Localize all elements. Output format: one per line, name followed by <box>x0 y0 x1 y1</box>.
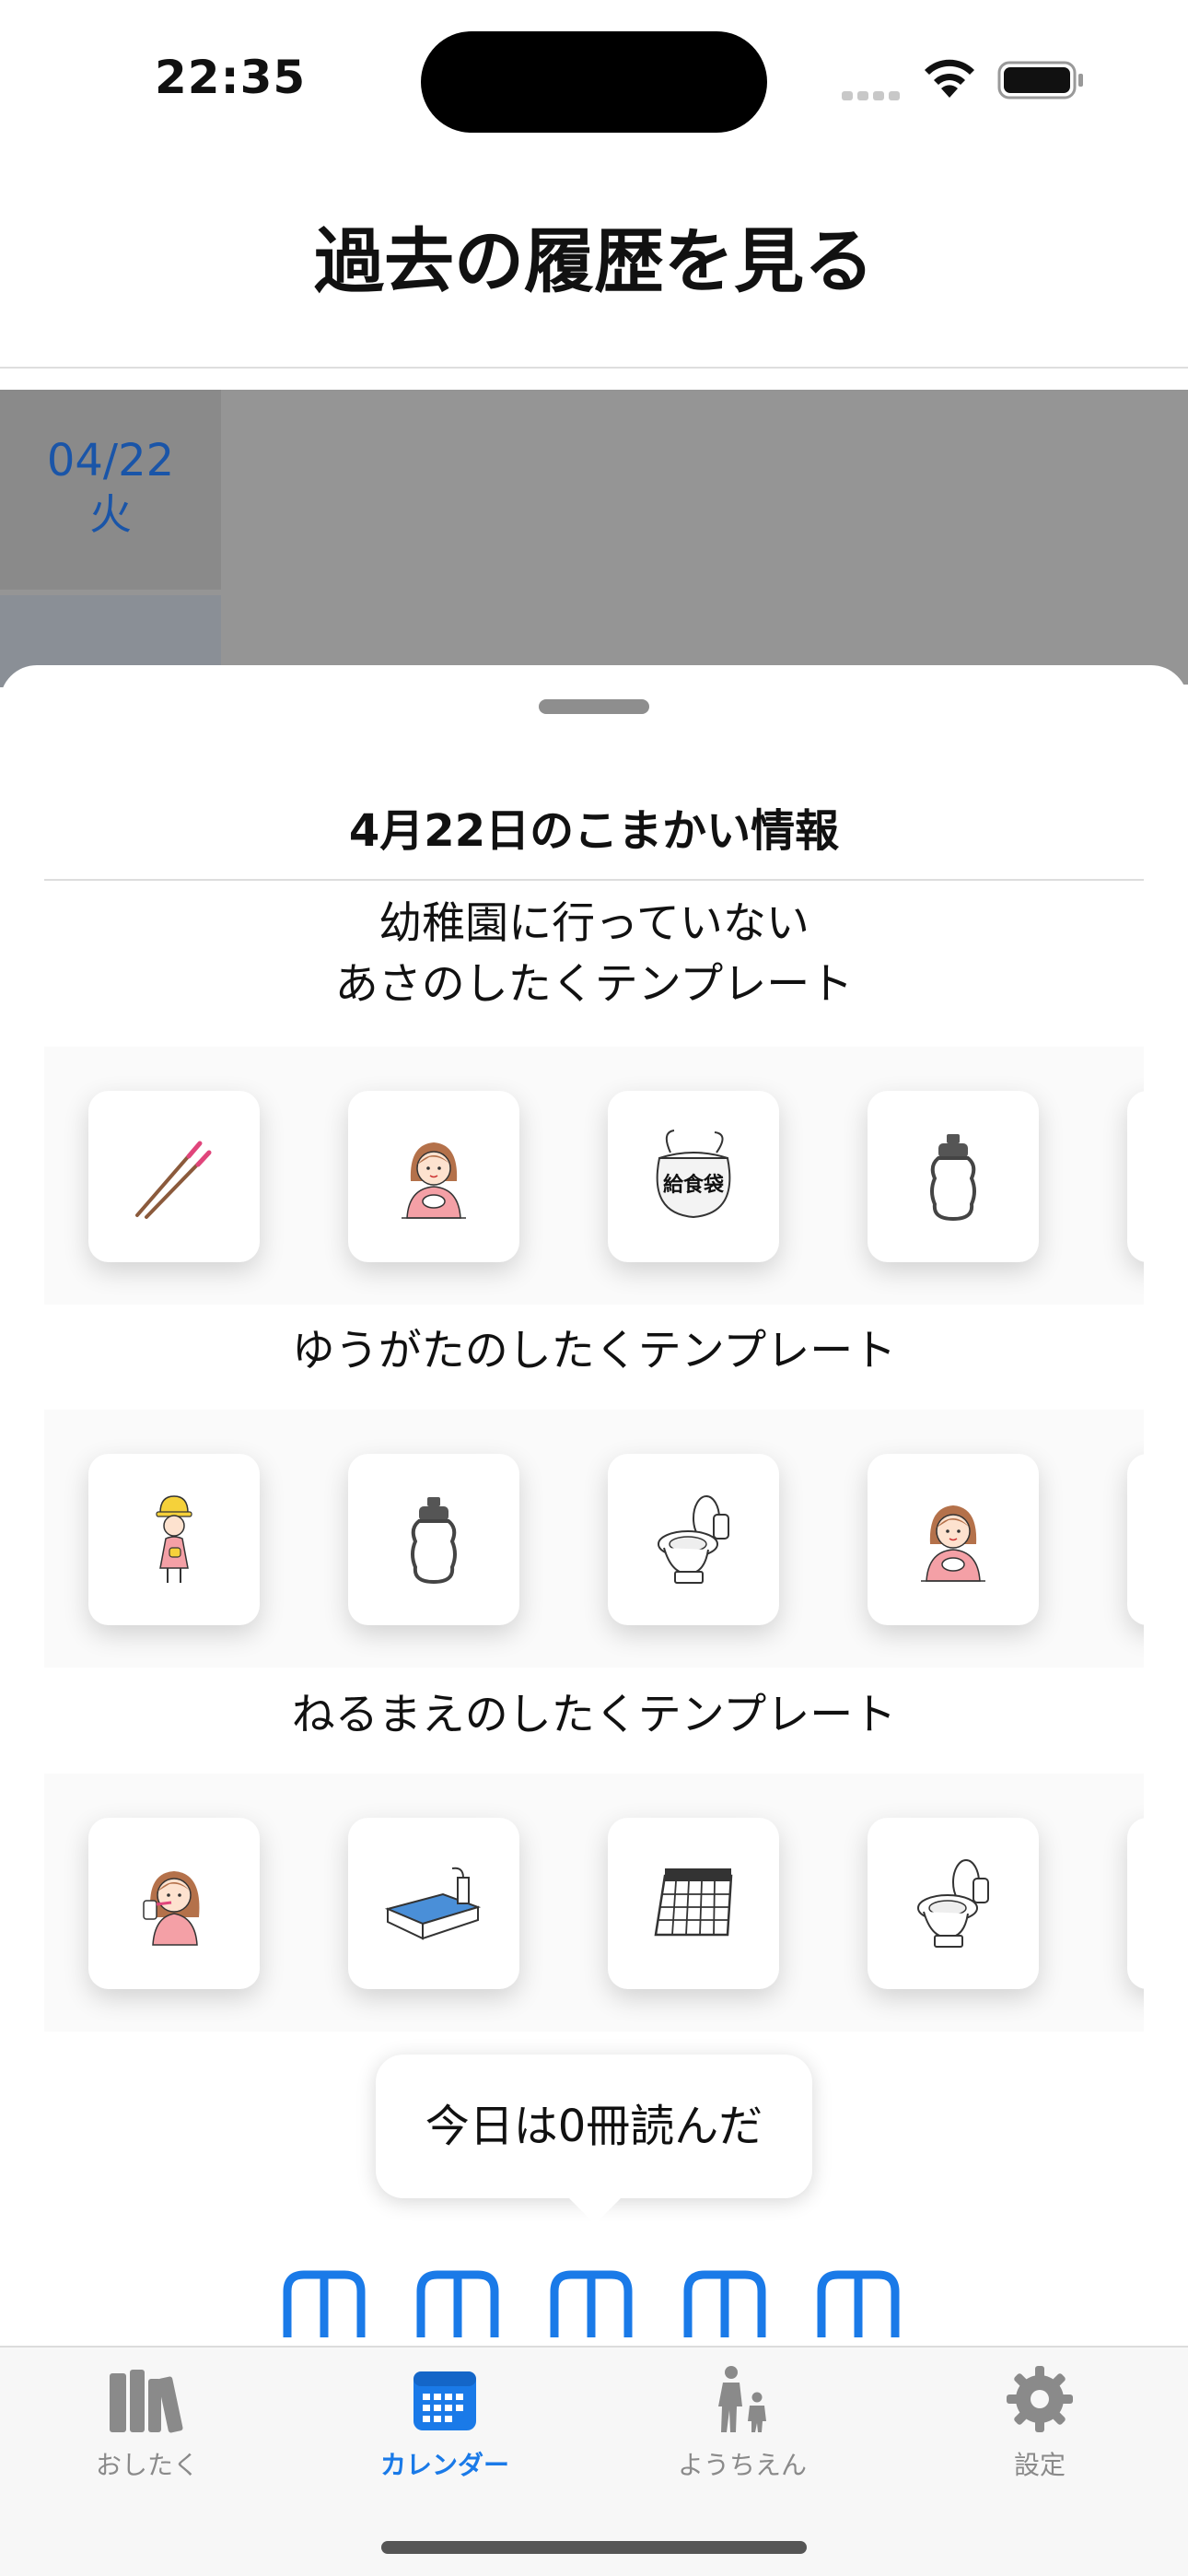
header-divider <box>0 367 1188 369</box>
calendar-icon <box>654 1868 733 1937</box>
reading-count-bubble: 今日は0冊読んだ <box>376 2055 812 2198</box>
tab-calendar[interactable]: カレンダー <box>334 2364 555 2482</box>
water-bottle-icon <box>930 1134 976 1222</box>
gear-icon <box>1007 2366 1073 2432</box>
lunch-bag-icon: 給食袋 <box>656 1130 731 1219</box>
bathtub-icon <box>384 1867 482 1940</box>
books-icon <box>110 2370 183 2433</box>
section-title-bedtime: ねるまえのしたくテンプレート <box>291 1690 897 1740</box>
tab-label-calendar: カレンダー <box>379 2450 509 2480</box>
lunch-bag-label: 給食袋 <box>663 1173 725 1197</box>
section-title-line1: 幼稚園に行っていない <box>379 898 809 949</box>
wifi-icon <box>925 59 974 98</box>
toilet-icon <box>658 1495 729 1584</box>
book-stack-icons <box>283 2270 900 2337</box>
bubble-tail <box>564 2193 626 2224</box>
brushing-teeth-icon <box>143 1871 200 1946</box>
parent-child-icon <box>718 2366 766 2432</box>
tab-label-youchien: ようちえん <box>677 2450 807 2480</box>
partial-card-3[interactable] <box>1127 1818 1144 1989</box>
sheet-grabber[interactable] <box>539 699 649 714</box>
bathtub-card[interactable] <box>348 1818 519 1989</box>
calendar-weekday: 火 <box>89 489 132 539</box>
water-bottle-icon <box>411 1497 457 1585</box>
tab-settings[interactable]: 設定 <box>929 2364 1150 2482</box>
section-title-line2: あさのしたくテンプレート <box>334 959 854 1010</box>
section-title-evening: ゆうがたのしたくテンプレート <box>291 1326 897 1376</box>
sheet-divider <box>44 879 1144 881</box>
chopsticks-icon <box>135 1141 212 1219</box>
sheet-title: 4月22日のこまかい情報 <box>348 805 840 857</box>
toilet-icon <box>917 1859 989 1948</box>
tab-oshitaku[interactable]: おしたく <box>37 2364 258 2482</box>
template-row-morning[interactable]: 給食袋 <box>44 1047 1144 1305</box>
battery-icon <box>997 61 1083 100</box>
status-bar: 22:35 <box>0 0 1188 157</box>
water-bottle-card-2[interactable] <box>348 1454 519 1625</box>
girl-eating-card[interactable] <box>348 1091 519 1262</box>
partial-card-2[interactable] <box>1127 1454 1144 1625</box>
partial-card[interactable] <box>1127 1091 1144 1262</box>
calendar-date-cell[interactable]: 04/22 火 <box>0 390 221 590</box>
chopsticks-card[interactable] <box>88 1091 260 1262</box>
kindergarten-child-card[interactable] <box>88 1454 260 1625</box>
template-row-evening[interactable] <box>44 1410 1144 1668</box>
lunch-bag-card[interactable]: 給食袋 <box>608 1091 779 1262</box>
tab-youchien[interactable]: ようちえん <box>632 2364 853 2482</box>
girl-eating-icon <box>921 1505 985 1582</box>
page-title: 過去の履歴を見る <box>314 220 874 302</box>
water-bottle-card[interactable] <box>868 1091 1039 1262</box>
section-title-morning: 幼稚園に行っていない あさのしたくテンプレート <box>0 894 1188 1015</box>
girl-eating-card-2[interactable] <box>868 1454 1039 1625</box>
kindergarten-child-icon <box>156 1495 192 1583</box>
calendar-icon <box>413 2371 476 2430</box>
home-indicator <box>381 2541 807 2554</box>
template-row-bedtime[interactable] <box>44 1774 1144 2032</box>
dynamic-island <box>421 31 767 133</box>
cellular-signal-icon <box>842 87 906 100</box>
brushing-teeth-card[interactable] <box>88 1818 260 1989</box>
tab-label-oshitaku: おしたく <box>95 2450 199 2480</box>
tab-label-settings: 設定 <box>1013 2450 1066 2480</box>
toilet-card-2[interactable] <box>868 1818 1039 1989</box>
girl-eating-icon <box>402 1142 466 1219</box>
status-time: 22:35 <box>155 51 307 104</box>
detail-sheet: 4月22日のこまかい情報 幼稚園に行っていない あさのしたくテンプレート 給食袋… <box>0 665 1188 2576</box>
calendar-card[interactable] <box>608 1818 779 1989</box>
calendar-date: 04/22 <box>46 435 175 486</box>
toilet-card[interactable] <box>608 1454 779 1625</box>
